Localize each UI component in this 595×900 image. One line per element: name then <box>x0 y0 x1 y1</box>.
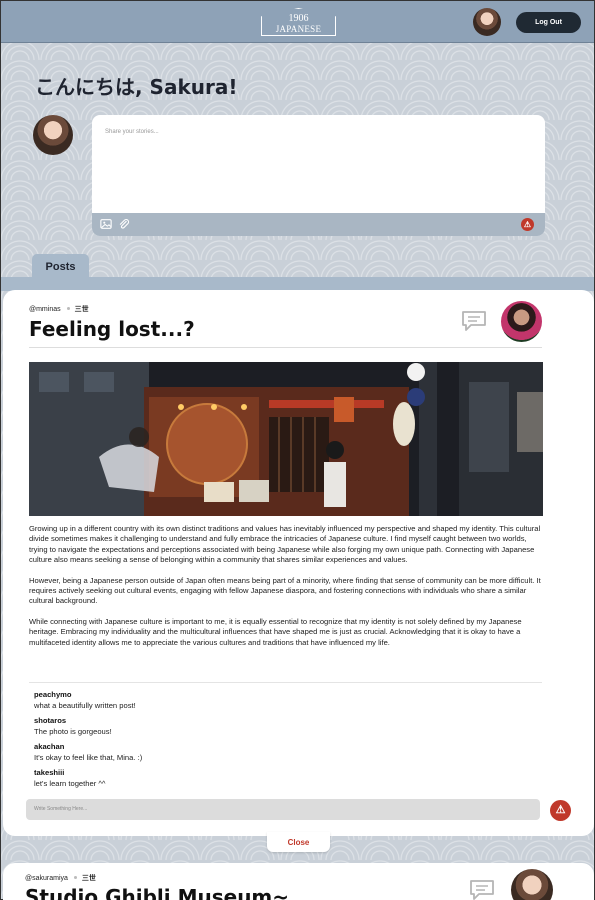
top-nav-bar: 1906 JAPANESE HALL Log Out <box>1 1 594 43</box>
report-warning-icon[interactable]: ⚠ <box>550 800 571 821</box>
post-paragraph: While connecting with Japanese culture i… <box>29 616 522 647</box>
logout-button[interactable]: Log Out <box>516 12 581 33</box>
meta-separator <box>73 876 77 880</box>
close-button[interactable]: Close <box>267 832 330 852</box>
post-username[interactable]: @mminas <box>29 306 61 313</box>
comments-divider <box>29 682 542 683</box>
tab-posts[interactable]: Posts <box>32 254 89 279</box>
comment-icon[interactable] <box>469 879 495 900</box>
comment-username[interactable]: akachan <box>34 742 514 752</box>
post-title: Feeling lost...? <box>29 317 195 341</box>
post-card: @mminas 三世 Feeling lost...? Growing up i… <box>3 290 594 836</box>
post-meta: @sakuramiya 三世 <box>25 873 96 883</box>
author-avatar-icon[interactable] <box>511 869 553 900</box>
comment-text: what a beautifully written post! <box>34 701 136 710</box>
title-divider <box>29 347 542 348</box>
post-meta: @mminas 三世 <box>29 304 89 314</box>
comment-username[interactable]: shotaros <box>34 716 514 726</box>
post-title: Studio Ghibli Museum~ <box>25 885 290 900</box>
post-card: @sakuramiya 三世 Studio Ghibli Museum~ <box>3 863 594 900</box>
warning-icon[interactable]: ⚠ <box>521 218 534 231</box>
post-photo <box>29 362 543 516</box>
comment-icon[interactable] <box>461 310 487 332</box>
paperclip-icon[interactable] <box>118 218 130 230</box>
comment-username[interactable]: peachymo <box>34 690 514 700</box>
comments-list: peachymo what a beautifully written post… <box>34 690 514 794</box>
post-username[interactable]: @sakuramiya <box>25 875 68 882</box>
compose-toolbar: ⚠ <box>92 213 545 236</box>
post-paragraph: However, being a Japanese person outside… <box>29 575 541 606</box>
comment-text: It's okay to feel like that, Mina. :) <box>34 753 143 762</box>
author-avatar-icon[interactable] <box>501 301 542 342</box>
comment-username[interactable]: takeshiii <box>34 768 514 778</box>
tab-strip <box>1 277 594 291</box>
post-body: Growing up in a different country with i… <box>29 524 543 658</box>
comment-text: The photo is gorgeous! <box>34 727 112 736</box>
comment-item: akachan It's okay to feel like that, Min… <box>34 742 514 763</box>
post-paragraph: Growing up in a different country with i… <box>29 524 541 565</box>
logo-name: JAPANESE HALL <box>275 24 322 45</box>
post-generation: 三世 <box>74 306 89 313</box>
image-icon[interactable] <box>100 218 112 230</box>
greeting-heading: こんにちは, Sakura! <box>35 75 238 99</box>
street-scene-image <box>29 362 543 516</box>
comment-item: shotaros The photo is gorgeous! <box>34 716 514 737</box>
compose-box[interactable]: Share your stories... ⚠ <box>92 115 545 236</box>
post-generation: 三世 <box>81 875 96 882</box>
user-avatar-icon[interactable] <box>473 8 501 36</box>
site-logo[interactable]: 1906 JAPANESE HALL <box>261 8 336 36</box>
meta-separator <box>66 307 70 311</box>
comment-input[interactable]: Write Something Here... <box>26 799 540 820</box>
comment-text: let's learn together ^^ <box>34 779 106 788</box>
composer-avatar-icon <box>33 115 73 155</box>
comment-item: peachymo what a beautifully written post… <box>34 690 514 711</box>
logo-year: 1906 <box>288 13 309 24</box>
story-input[interactable]: Share your stories... <box>105 129 159 135</box>
comment-item: takeshiii let's learn together ^^ <box>34 768 514 789</box>
